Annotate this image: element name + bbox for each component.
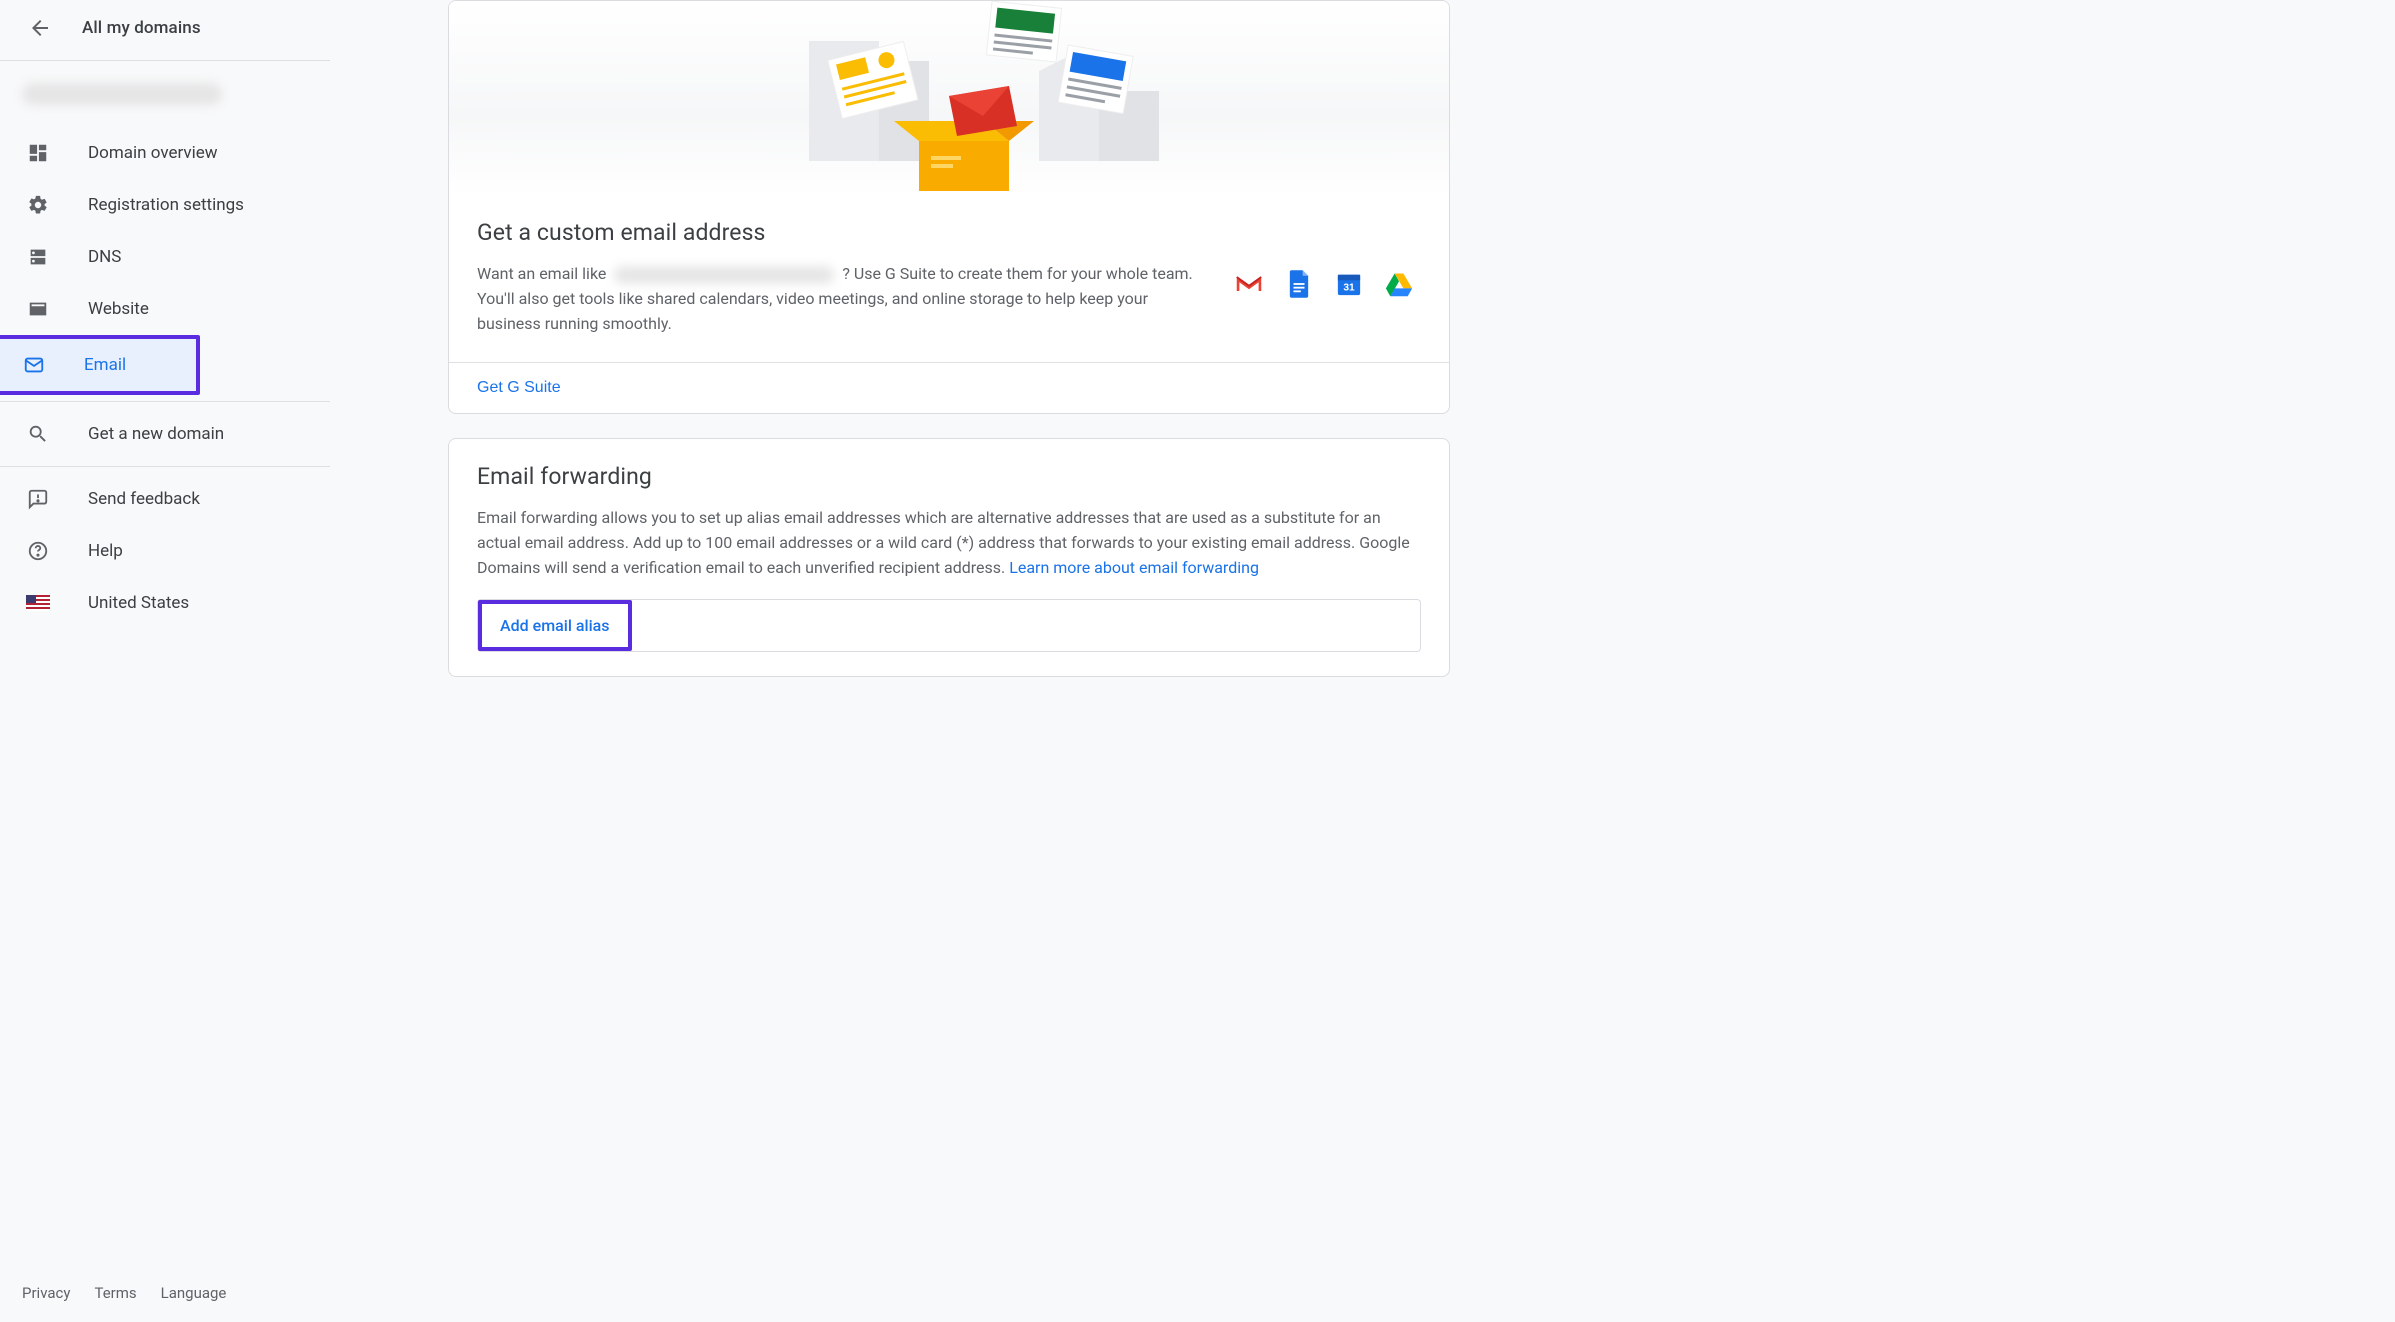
forwarding-title: Email forwarding — [477, 463, 1421, 490]
nav-label: Registration settings — [88, 195, 244, 215]
footer-terms[interactable]: Terms — [94, 1284, 136, 1302]
nav-label: DNS — [88, 247, 121, 267]
drive-icon — [1385, 270, 1413, 298]
nav-label: Get a new domain — [88, 424, 224, 444]
gmail-icon — [1235, 270, 1263, 298]
back-arrow-icon[interactable] — [28, 16, 52, 40]
forwarding-text: Email forwarding allows you to set up al… — [477, 506, 1421, 580]
sidebar-item-help[interactable]: Help — [0, 525, 324, 577]
sidebar-header: All my domains — [0, 0, 330, 61]
sidebar-item-region[interactable]: United States — [0, 577, 324, 629]
sidebar-title: All my domains — [82, 18, 201, 38]
help-icon — [26, 539, 50, 563]
forwarding-text-body: Email forwarding allows you to set up al… — [477, 508, 1410, 577]
alias-row: Add email alias — [477, 599, 1421, 652]
nav-label: Send feedback — [88, 489, 200, 509]
custom-email-text: Want an email like ? Use G Suite to crea… — [477, 262, 1195, 336]
main-content: Get a custom email address Want an email… — [330, 0, 1450, 1322]
email-forwarding-card: Email forwarding Email forwarding allows… — [448, 438, 1450, 676]
sidebar-item-registration-settings[interactable]: Registration settings — [0, 179, 324, 231]
add-alias-highlight: Add email alias — [478, 600, 632, 651]
sidebar-nav: Domain overview Registration settings DN… — [0, 123, 330, 629]
sidebar-item-dns[interactable]: DNS — [0, 231, 324, 283]
get-gsuite-button[interactable]: Get G Suite — [477, 379, 561, 397]
learn-more-link[interactable]: Learn more about email forwarding — [1009, 558, 1259, 577]
sidebar-item-send-feedback[interactable]: Send feedback — [0, 473, 324, 525]
nav-label: United States — [88, 593, 189, 613]
custom-email-text-pre: Want an email like — [477, 264, 610, 283]
sidebar: All my domains Domain overview Registrat… — [0, 0, 330, 1322]
search-icon — [26, 422, 50, 446]
calendar-icon: 31 — [1335, 270, 1363, 298]
custom-email-card: Get a custom email address Want an email… — [448, 0, 1450, 414]
footer-language[interactable]: Language — [161, 1284, 227, 1302]
sidebar-item-email[interactable]: Email — [0, 335, 200, 395]
dashboard-icon — [26, 141, 50, 165]
footer-privacy[interactable]: Privacy — [22, 1284, 70, 1302]
svg-text:31: 31 — [1343, 283, 1355, 294]
feedback-icon — [26, 487, 50, 511]
sidebar-item-domain-overview[interactable]: Domain overview — [0, 127, 324, 179]
nav-label: Domain overview — [88, 143, 218, 163]
nav-label: Website — [88, 299, 149, 319]
nav-label: Email — [84, 355, 126, 375]
email-icon — [22, 353, 46, 377]
gear-icon — [26, 193, 50, 217]
add-email-alias-button[interactable]: Add email alias — [500, 616, 610, 635]
website-icon — [26, 297, 50, 321]
us-flag-icon — [26, 591, 50, 615]
gsuite-app-icons: 31 — [1235, 262, 1421, 298]
custom-email-actions: Get G Suite — [449, 362, 1449, 413]
docs-icon — [1285, 270, 1313, 298]
domain-name-redacted — [22, 83, 222, 105]
example-email-redacted — [614, 266, 834, 284]
custom-email-title: Get a custom email address — [477, 219, 1421, 246]
custom-email-illustration — [449, 1, 1449, 195]
nav-label: Help — [88, 541, 123, 561]
dns-icon — [26, 245, 50, 269]
sidebar-footer: Privacy Terms Language — [0, 1264, 330, 1322]
sidebar-item-website[interactable]: Website — [0, 283, 324, 335]
sidebar-item-get-new-domain[interactable]: Get a new domain — [0, 408, 324, 460]
